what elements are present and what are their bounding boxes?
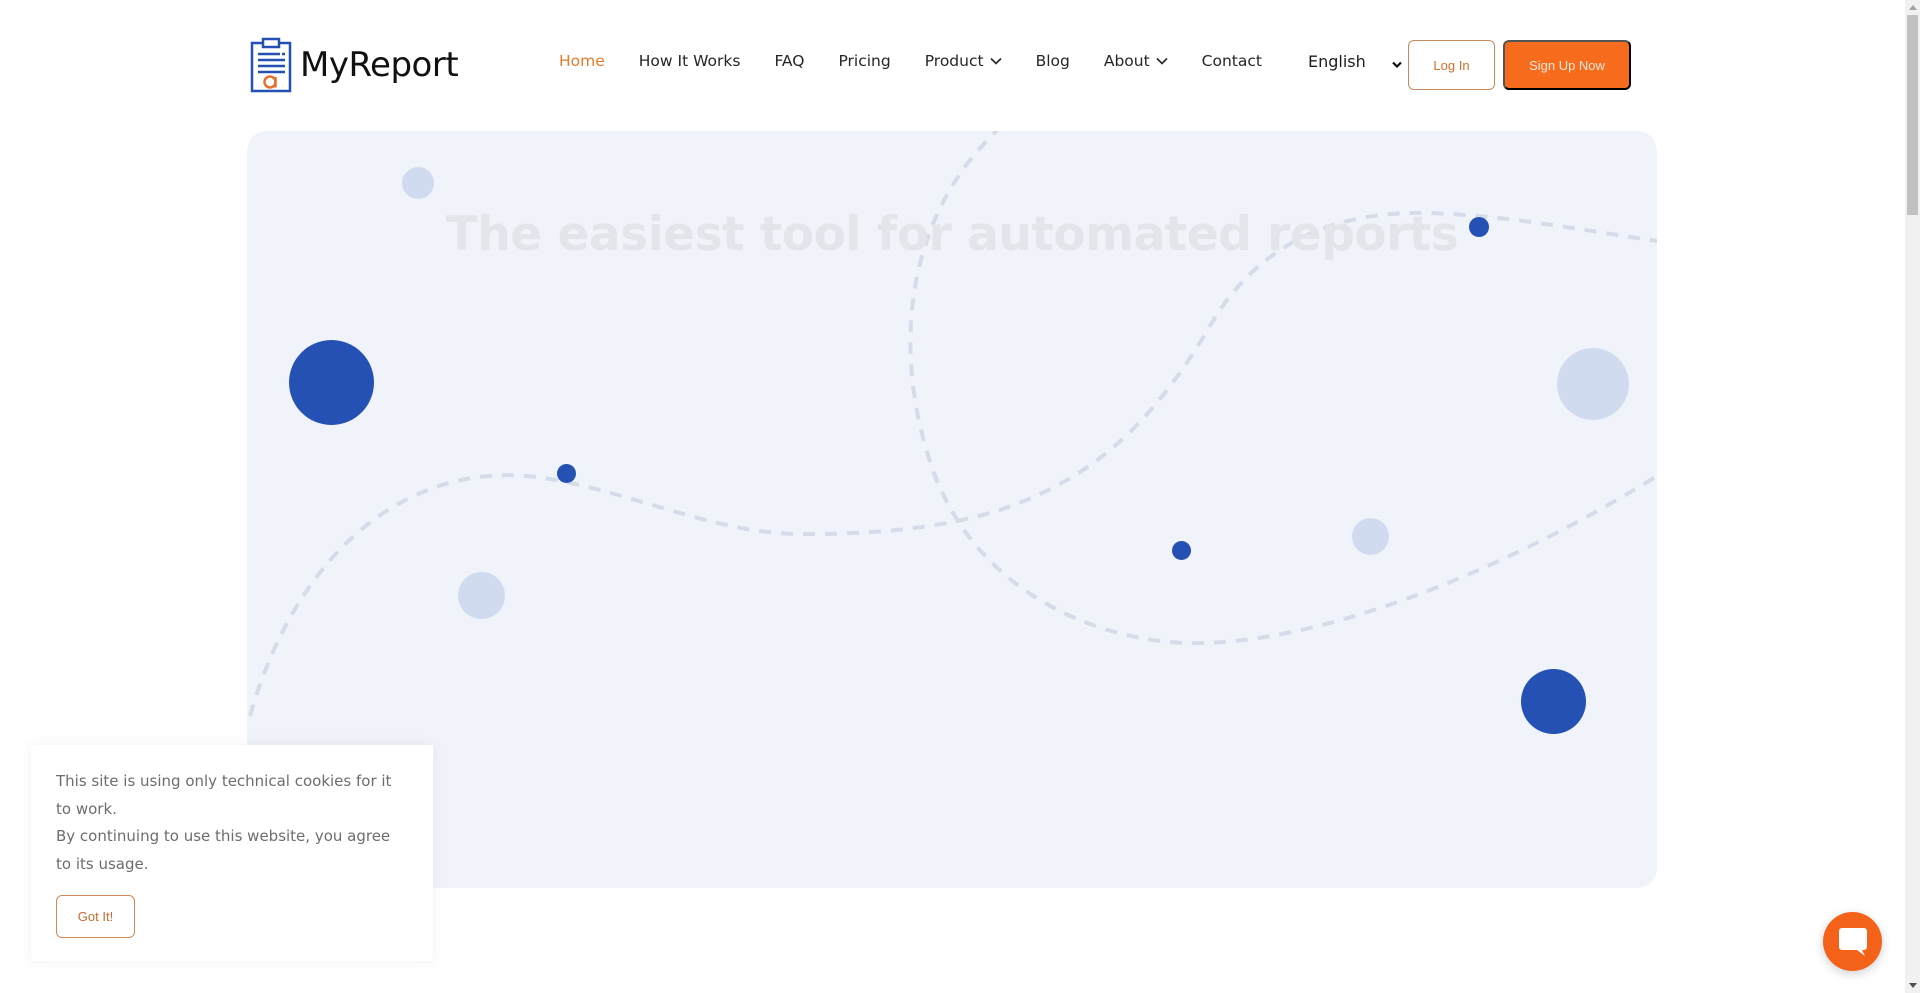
nav-item-home[interactable]: Home [559, 52, 605, 70]
cookie-text-2: By continuing to use this website, you a… [56, 827, 391, 873]
nav-item-pricing[interactable]: Pricing [838, 52, 890, 70]
nav-item-faq[interactable]: FAQ [774, 52, 804, 70]
decor-circle-dark [1521, 669, 1586, 734]
chevron-down-icon [990, 57, 1002, 65]
decor-circle-light [1557, 348, 1629, 420]
main-nav: Home How It Works FAQ Pricing Product Bl… [559, 52, 1296, 70]
language-select[interactable]: English [1308, 52, 1402, 71]
language-label: English [1308, 52, 1366, 71]
cookie-accept-button[interactable]: Got It! [56, 895, 135, 938]
decor-circle-dark [289, 340, 374, 425]
chat-bubble-icon [1838, 927, 1867, 956]
nav-label: Home [559, 52, 605, 70]
nav-item-about[interactable]: About [1104, 52, 1168, 70]
site-header: MyReport Home How It Works FAQ Pricing P… [0, 0, 1905, 128]
chevron-down-icon [1156, 57, 1168, 65]
nav-label: How It Works [638, 52, 741, 70]
scroll-up-button[interactable] [1905, 0, 1920, 15]
nav-label: Pricing [838, 52, 891, 70]
decor-circle-light [1352, 518, 1389, 555]
decor-circle-dark [557, 464, 576, 483]
login-button[interactable]: Log In [1408, 40, 1495, 90]
nav-label: FAQ [774, 52, 805, 70]
nav-item-product[interactable]: Product [925, 52, 1002, 70]
nav-item-contact[interactable]: Contact [1202, 52, 1262, 70]
page: MyReport Home How It Works FAQ Pricing P… [0, 0, 1905, 993]
cookie-banner: This site is using only technical cookie… [31, 745, 433, 961]
scroll-down-button[interactable] [1905, 978, 1920, 993]
chevron-down-icon [1392, 61, 1402, 68]
arrow-down-icon [1908, 983, 1917, 988]
dashed-wave [248, 210, 1657, 717]
logo[interactable]: MyReport [250, 37, 459, 93]
nav-label: Product [924, 52, 984, 70]
signup-button[interactable]: Sign Up Now [1503, 40, 1631, 90]
nav-label: About [1103, 52, 1150, 70]
arrow-up-icon [1908, 5, 1917, 10]
hero-section: The easiest tool for automated reports [247, 131, 1657, 888]
decor-circle-light [402, 167, 434, 199]
clipboard-report-icon [250, 37, 292, 93]
nav-item-how-it-works[interactable]: How It Works [639, 52, 741, 70]
scroll-thumb[interactable] [1907, 15, 1918, 215]
nav-label: Contact [1201, 52, 1262, 70]
cookie-text-1: This site is using only technical cookie… [56, 772, 392, 818]
decor-circle-dark [1172, 541, 1191, 560]
chat-widget-button[interactable] [1823, 912, 1882, 971]
decor-circle-light [458, 572, 505, 619]
nav-label: Blog [1035, 52, 1070, 70]
nav-item-blog[interactable]: Blog [1036, 52, 1070, 70]
page-scrollbar[interactable] [1905, 0, 1920, 993]
logo-text: MyReport [300, 45, 459, 85]
hero-title: The easiest tool for automated reports [445, 207, 1459, 262]
